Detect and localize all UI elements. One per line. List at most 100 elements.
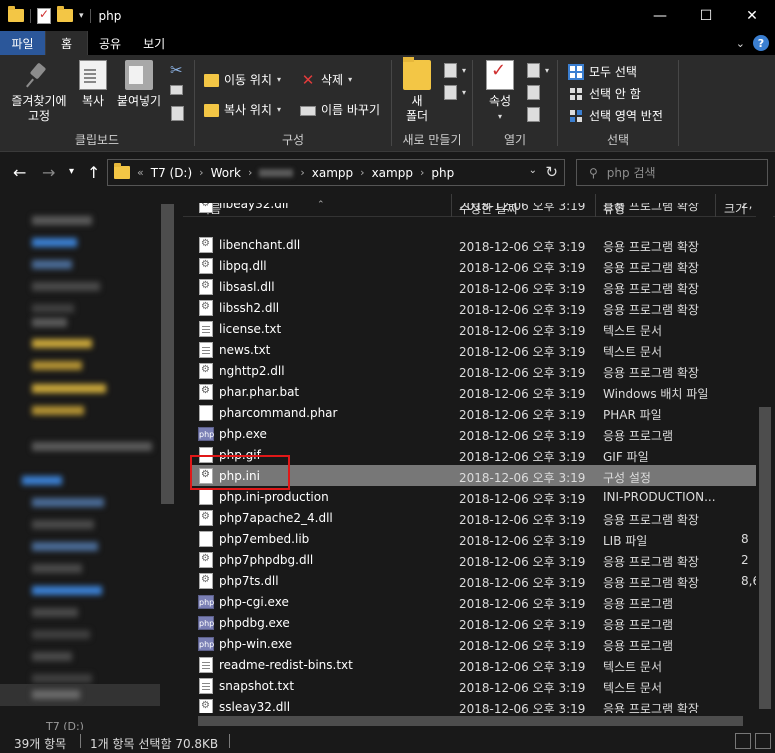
paste-shortcut-icon[interactable] — [171, 106, 184, 121]
copy-button[interactable]: 복사 — [78, 60, 108, 109]
select-none-button[interactable]: 선택 안 함 — [568, 85, 641, 102]
maximize-button[interactable]: ☐ — [683, 0, 729, 31]
overflow-icon[interactable]: « — [137, 166, 144, 179]
sidebar-item[interactable] — [32, 652, 72, 661]
file-row[interactable]: snapshot.txt 2018-12-06 오후 3:19 텍스트 문서 — [191, 675, 756, 696]
breadcrumb-php[interactable]: php — [431, 166, 454, 180]
forward-icon[interactable]: → — [42, 163, 55, 182]
chevron-right-icon[interactable]: › — [360, 166, 364, 179]
sidebar-item[interactable] — [32, 564, 82, 573]
sidebar-item[interactable] — [32, 238, 77, 247]
sidebar-scroll-thumb[interactable] — [161, 204, 174, 504]
rename-button[interactable]: 이름 바꾸기 — [300, 101, 380, 118]
pin-to-quick-access-button[interactable]: 즐겨찾기에 고정 — [6, 60, 72, 124]
file-row[interactable]: libeay32.dll 2018-12-06 오후 3:19 응용 프로그램 확장… — [191, 203, 756, 214]
folder-icon[interactable] — [8, 6, 24, 22]
tab-share[interactable]: 공유 — [88, 31, 132, 55]
ribbon-expand-icon[interactable]: ⌄ — [736, 37, 745, 50]
open-icon[interactable]: ▾ — [527, 63, 549, 78]
sidebar-item[interactable] — [32, 630, 90, 639]
sidebar-item[interactable] — [32, 216, 92, 225]
recent-locations-icon[interactable]: ▾ — [69, 166, 74, 177]
file-row[interactable]: php-cgi.exe 2018-12-06 오후 3:19 응용 프로그램 — [191, 591, 756, 612]
refresh-icon[interactable]: ↻ — [545, 163, 558, 181]
large-icons-view-icon[interactable] — [755, 733, 771, 749]
file-row[interactable]: pharcommand.phar 2018-12-06 오후 3:19 PHAR 파… — [191, 402, 756, 423]
file-row[interactable]: php.exe 2018-12-06 오후 3:19 응용 프로그램 — [191, 423, 756, 444]
up-icon[interactable]: ↑ — [87, 163, 100, 182]
file-row[interactable]: phar.phar.bat 2018-12-06 오후 3:19 Windows 배… — [191, 381, 756, 402]
sidebar-item[interactable] — [22, 476, 62, 485]
file-row[interactable]: php7phpdbg.dll 2018-12-06 오후 3:19 응용 프로그램 … — [191, 549, 756, 570]
cut-icon[interactable]: ✂ — [170, 62, 183, 78]
horizontal-scroll-thumb[interactable] — [198, 716, 743, 726]
sidebar-item[interactable] — [32, 339, 92, 348]
qat-dropdown-icon[interactable]: ▾ — [79, 11, 84, 21]
breadcrumb-work[interactable]: Work — [211, 166, 241, 180]
breadcrumb-drive[interactable]: T7 (D:) — [151, 166, 192, 180]
tab-file[interactable]: 파일 — [0, 31, 45, 55]
easy-access-icon[interactable]: ▾ — [444, 85, 466, 100]
tab-view[interactable]: 보기 — [132, 31, 176, 55]
new-folder-icon[interactable] — [57, 6, 73, 22]
file-row[interactable]: libpq.dll 2018-12-06 오후 3:19 응용 프로그램 확장 — [191, 255, 756, 276]
details-view-icon[interactable] — [735, 733, 751, 749]
sidebar-item[interactable] — [32, 586, 102, 595]
file-row[interactable]: phpdbg.exe 2018-12-06 오후 3:19 응용 프로그램 — [191, 612, 756, 633]
chevron-right-icon[interactable]: › — [248, 166, 252, 179]
sidebar-item[interactable] — [32, 318, 67, 327]
sidebar-item[interactable] — [32, 361, 82, 370]
search-box[interactable]: ⚲ php 검색 — [576, 159, 768, 186]
sidebar-item[interactable] — [32, 282, 100, 291]
minimize-button[interactable]: — — [637, 0, 683, 31]
properties-icon[interactable] — [37, 7, 51, 24]
invert-selection-button[interactable]: 선택 영역 반전 — [568, 107, 663, 124]
copy-path-icon[interactable] — [170, 85, 183, 95]
paste-button[interactable]: 붙여넣기 — [116, 60, 162, 109]
chevron-right-icon[interactable]: › — [420, 166, 424, 179]
properties-button[interactable]: 속성 ▾ — [485, 60, 515, 124]
new-folder-button[interactable]: 새 폴더 — [402, 57, 432, 124]
sidebar-item[interactable] — [32, 542, 98, 551]
file-list-horizontal-scrollbar[interactable] — [183, 713, 756, 730]
file-row[interactable]: libenchant.dll 2018-12-06 오후 3:19 응용 프로그램 … — [191, 234, 756, 255]
file-row[interactable]: nghttp2.dll 2018-12-06 오후 3:19 응용 프로그램 확장 — [191, 360, 756, 381]
sidebar-item[interactable] — [32, 608, 78, 617]
sidebar-item-selected[interactable] — [0, 684, 160, 706]
history-icon[interactable] — [527, 107, 540, 122]
copy-to-button[interactable]: 복사 위치 ▾ — [204, 101, 281, 118]
new-item-icon[interactable]: ▾ — [444, 63, 466, 78]
breadcrumb-xampp-2[interactable]: xampp — [372, 166, 413, 180]
file-row[interactable]: readme-redist-bins.txt 2018-12-06 오후 3:19… — [191, 654, 756, 675]
back-icon[interactable]: ← — [13, 163, 26, 182]
file-row[interactable]: php-win.exe 2018-12-06 오후 3:19 응용 프로그램 — [191, 633, 756, 654]
file-row[interactable]: news.txt 2018-12-06 오후 3:19 텍스트 문서 — [191, 339, 756, 360]
sidebar-item[interactable] — [32, 674, 92, 683]
file-row[interactable]: php7ts.dll2018-12-06 오후 3:19응용 프로그램 확장8,… — [191, 570, 760, 591]
breadcrumb-xampp-1[interactable]: xampp — [312, 166, 353, 180]
vertical-scroll-thumb[interactable] — [759, 407, 771, 709]
sidebar-item[interactable] — [32, 442, 152, 451]
delete-button[interactable]: ✕ 삭제 ▾ — [300, 71, 352, 88]
tab-home[interactable]: 홈 — [45, 31, 88, 55]
sidebar-item[interactable] — [32, 520, 94, 529]
chevron-right-icon[interactable]: › — [199, 166, 203, 179]
file-row[interactable]: license.txt 2018-12-06 오후 3:19 텍스트 문서 — [191, 318, 756, 339]
address-bar[interactable]: « T7 (D:) › Work › › xampp › xampp › php… — [107, 159, 565, 186]
sidebar-item[interactable] — [32, 384, 106, 393]
breadcrumb-redacted[interactable] — [259, 168, 294, 177]
close-button[interactable]: ✕ — [729, 0, 775, 31]
move-to-button[interactable]: 이동 위치 ▾ — [204, 71, 281, 88]
chevron-right-icon[interactable]: › — [300, 166, 304, 179]
sidebar-item[interactable] — [32, 690, 80, 699]
sidebar-item[interactable] — [32, 260, 72, 269]
sidebar-item[interactable] — [32, 498, 104, 507]
file-row[interactable]: libssh2.dll 2018-12-06 오후 3:19 응용 프로그램 확장 — [191, 297, 756, 318]
select-all-button[interactable]: 모두 선택 — [568, 63, 637, 80]
sidebar-item[interactable] — [32, 304, 74, 313]
edit-icon[interactable] — [527, 85, 540, 100]
sidebar-scrollbar[interactable] — [160, 202, 175, 692]
file-row[interactable]: php7embed.lib 2018-12-06 오후 3:19 LIB 파일 8 — [191, 528, 756, 549]
file-row[interactable]: libsasl.dll 2018-12-06 오후 3:19 응용 프로그램 확장 — [191, 276, 756, 297]
file-row[interactable]: php7apache2_4.dll 2018-12-06 오후 3:19 응용 프로… — [191, 507, 756, 528]
